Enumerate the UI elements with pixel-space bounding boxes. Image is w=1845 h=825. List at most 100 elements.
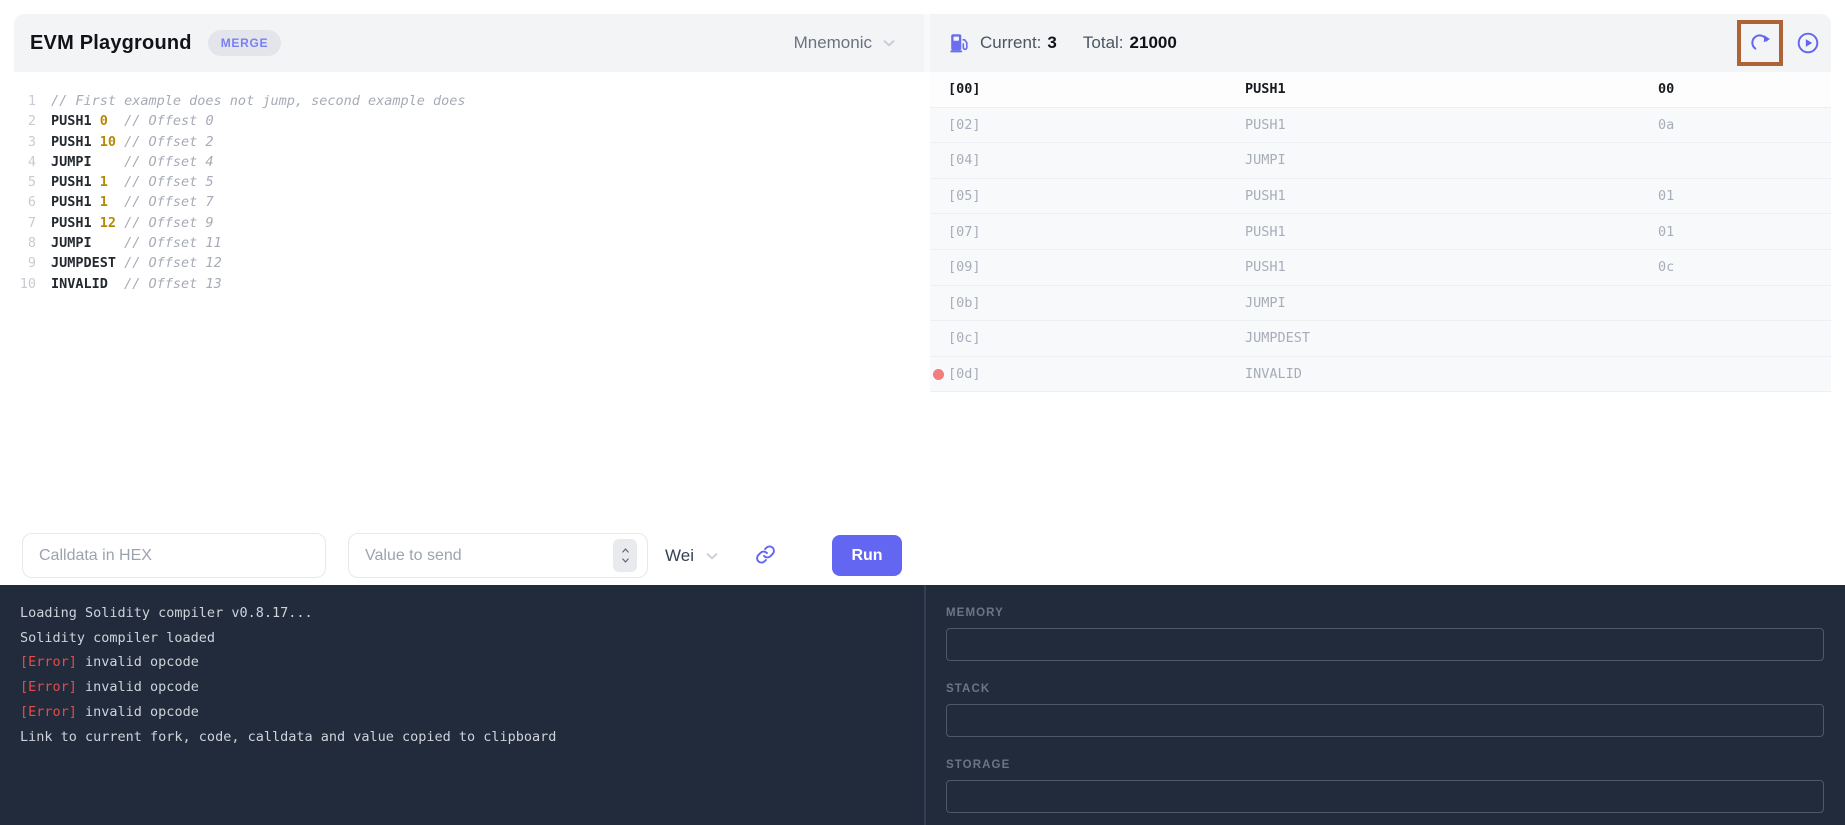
code-opcode: INVALID — [51, 276, 108, 292]
bytecode-address: [04] — [948, 152, 1245, 168]
line-number: 3 — [14, 132, 36, 152]
code-line: 1 // First example does not jump, second… — [14, 91, 924, 111]
state-group: STACK — [946, 683, 1824, 737]
code-comment: // Offset 7 — [108, 194, 214, 210]
state-value-box — [946, 780, 1824, 813]
state-label: STORAGE — [946, 759, 1824, 771]
bytecode-row[interactable]: [00] PUSH1 00 — [930, 72, 1831, 108]
code-opcode: JUMPDEST — [51, 255, 116, 271]
code-comment: // Offset 12 — [116, 255, 222, 271]
bytecode-address: [02] — [948, 117, 1245, 133]
code-line: 5 PUSH1 1 // Offset 5 — [14, 172, 924, 192]
line-number: 4 — [14, 152, 36, 172]
code-line: 6 PUSH1 1 // Offset 7 — [14, 192, 924, 212]
code-opcode: PUSH1 — [51, 194, 92, 210]
code-comment: // First example does not jump, second e… — [51, 93, 466, 109]
code-line: 10 INVALID // Offset 13 — [14, 274, 924, 294]
header-bar: EVM Playground MERGE Mnemonic Current: 3 — [14, 14, 1831, 72]
code-text: INVALID // Offset 13 — [51, 274, 222, 294]
code-opcode: PUSH1 — [51, 134, 92, 150]
bytecode-row[interactable]: [09] PUSH1 0c — [930, 250, 1831, 286]
evm-playground-app: EVM Playground MERGE Mnemonic Current: 3 — [0, 0, 1845, 825]
bytecode-opcode: PUSH1 — [1245, 188, 1658, 204]
line-number: 2 — [14, 111, 36, 131]
bytecode-opcode: PUSH1 — [1245, 259, 1658, 275]
bytecode-address: [0d] — [948, 366, 1245, 382]
unit-selector[interactable]: Wei — [665, 533, 721, 578]
restart-button[interactable] — [1748, 31, 1772, 55]
state-value-box — [946, 628, 1824, 661]
step-play-icon — [1795, 30, 1821, 56]
code-comment: // Offset 5 — [108, 174, 214, 190]
code-comment: // Offset 11 — [92, 235, 222, 251]
state-group: STORAGE — [946, 759, 1824, 813]
gas-pump-icon — [948, 32, 970, 54]
code-text: PUSH1 12 // Offset 9 — [51, 213, 214, 233]
line-number: 6 — [14, 192, 36, 212]
value-stepper[interactable] — [613, 539, 637, 572]
chevron-down-icon — [703, 547, 721, 565]
code-line: 2 PUSH1 0 // Offest 0 — [14, 111, 924, 131]
console-text: invalid opcode — [77, 679, 199, 695]
code-comment: // Offset 4 — [92, 154, 214, 170]
restart-icon — [1748, 31, 1772, 55]
code-operand: 12 — [92, 215, 116, 231]
bytecode-value: 01 — [1658, 224, 1831, 240]
bytecode-address: [0b] — [948, 295, 1245, 311]
bytecode-opcode: INVALID — [1245, 366, 1658, 382]
bytecode-row[interactable]: [05] PUSH1 01 — [930, 179, 1831, 215]
console-text: invalid opcode — [77, 704, 199, 720]
line-number: 1 — [14, 91, 36, 111]
code-line: 7 PUSH1 12 // Offset 9 — [14, 213, 924, 233]
bytecode-row[interactable]: [04] JUMPI — [930, 143, 1831, 179]
code-opcode: PUSH1 — [51, 215, 92, 231]
console-line: Solidity compiler loaded — [20, 626, 906, 651]
step-button[interactable] — [1795, 30, 1821, 56]
console-line: [Error] invalid opcode — [20, 650, 906, 675]
code-text: // First example does not jump, second e… — [51, 91, 466, 111]
code-opcode: PUSH1 — [51, 174, 92, 190]
bytecode-row[interactable]: [0b] JUMPI — [930, 286, 1831, 322]
state-group: MEMORY — [946, 607, 1824, 661]
state-value-box — [946, 704, 1824, 737]
bytecode-opcode: PUSH1 — [1245, 81, 1658, 97]
run-button[interactable]: Run — [832, 535, 902, 576]
console-text: Link to current fork, code, calldata and… — [20, 729, 556, 745]
header-right: Current: 3 Total: 21000 — [930, 14, 1831, 72]
chevron-down-icon — [619, 556, 632, 565]
code-opcode: PUSH1 — [51, 113, 92, 129]
bytecode-value: 01 — [1658, 188, 1831, 204]
value-input[interactable] — [348, 533, 648, 578]
breakpoint-error-dot — [933, 369, 944, 380]
code-text: PUSH1 1 // Offset 5 — [51, 172, 214, 192]
bytecode-opcode: PUSH1 — [1245, 224, 1658, 240]
bytecode-address: [0c] — [948, 330, 1245, 346]
state-panel: MEMORY STACK STORAGE — [924, 585, 1845, 825]
bytecode-row[interactable]: [02] PUSH1 0a — [930, 108, 1831, 144]
calldata-input[interactable] — [22, 533, 326, 578]
bytecode-address: [00] — [948, 81, 1245, 97]
gas-current-label: Current: — [980, 33, 1041, 53]
unit-value: Wei — [665, 546, 694, 566]
copy-link-button[interactable] — [754, 543, 777, 566]
state-label: STACK — [946, 683, 1824, 695]
network-badge: MERGE — [208, 30, 282, 56]
code-line: 8 JUMPI // Offset 11 — [14, 233, 924, 253]
console-log: Loading Solidity compiler v0.8.17... Sol… — [0, 585, 924, 825]
code-text: PUSH1 1 // Offset 7 — [51, 192, 214, 212]
bytecode-row[interactable]: [07] PUSH1 01 — [930, 214, 1831, 250]
code-line: 3 PUSH1 10 // Offset 2 — [14, 132, 924, 152]
bytecode-row[interactable]: [0c] JUMPDEST — [930, 321, 1831, 357]
code-operand: 1 — [92, 174, 108, 190]
console-text: Loading Solidity compiler v0.8.17... — [20, 605, 313, 621]
header-left: EVM Playground MERGE Mnemonic — [14, 14, 924, 72]
line-number: 5 — [14, 172, 36, 192]
console-line: Loading Solidity compiler v0.8.17... — [20, 601, 906, 626]
code-editor[interactable]: 1 // First example does not jump, second… — [14, 72, 924, 585]
bytecode-address: [07] — [948, 224, 1245, 240]
bytecode-row[interactable]: [0d] INVALID — [930, 357, 1831, 393]
annotation-highlight-box — [1737, 20, 1783, 66]
code-text: JUMPI // Offset 4 — [51, 152, 214, 172]
console-line: [Error] invalid opcode — [20, 700, 906, 725]
mode-selector[interactable]: Mnemonic — [794, 33, 898, 53]
